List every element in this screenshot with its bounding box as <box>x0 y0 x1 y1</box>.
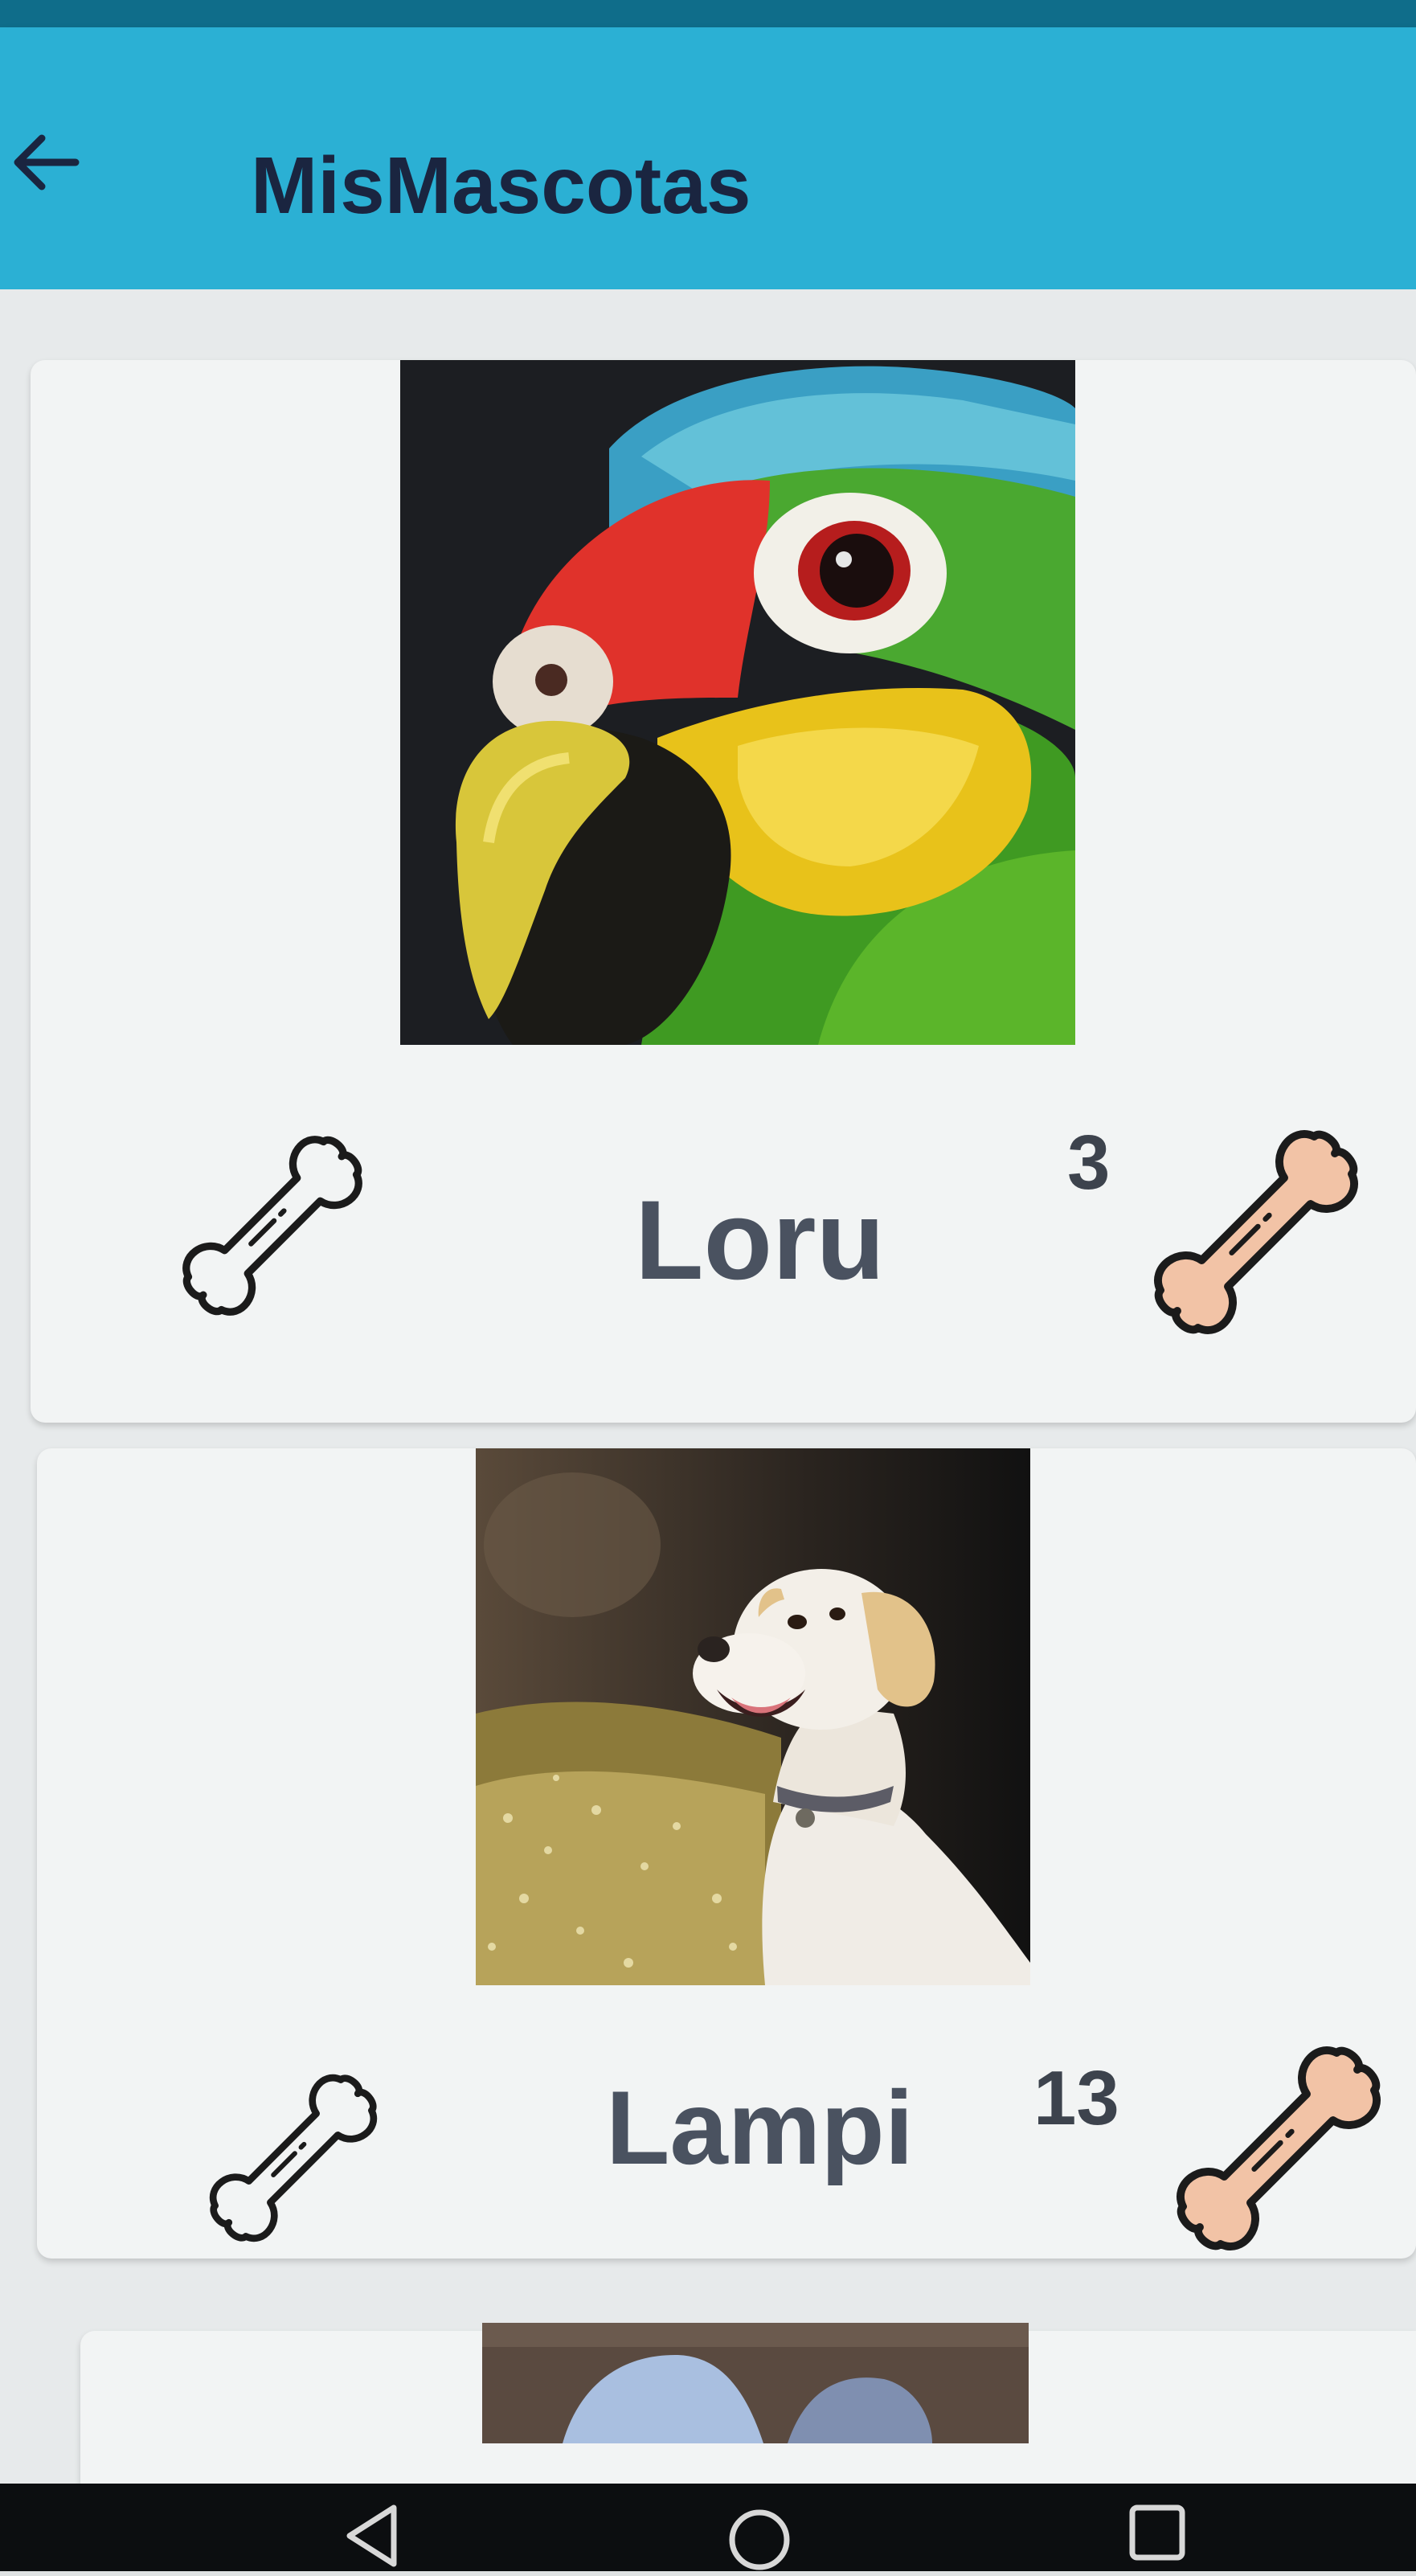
pet-photo <box>482 2323 1029 2443</box>
pet-card: Loru 3 <box>31 360 1416 1423</box>
pet-name: Lampi <box>606 2069 914 2186</box>
system-navigation-bar <box>0 2484 1416 2571</box>
likes-count: 13 <box>1033 2055 1119 2141</box>
nav-home-button[interactable] <box>723 2500 796 2572</box>
bone-outline-icon <box>210 2074 377 2242</box>
pet-photo-parrot <box>400 360 1075 1045</box>
likes-count: 3 <box>1067 1120 1111 1206</box>
circle-home-icon <box>729 2509 790 2570</box>
arrow-left-icon <box>14 134 80 190</box>
status-bar <box>0 0 1416 27</box>
nav-back-button[interactable] <box>338 2500 410 2572</box>
pet-card: Lampi 13 <box>37 1448 1416 2259</box>
triangle-back-icon <box>346 2504 397 2567</box>
pet-list[interactable]: Loru 3 Lampi 13 <box>0 289 1416 2484</box>
nav-recents-button[interactable] <box>1121 2496 1193 2569</box>
pet-name: Loru <box>635 1177 886 1303</box>
likes-bone-icon-button[interactable] <box>1146 2016 1411 2281</box>
bone-filled-icon <box>1177 2046 1381 2250</box>
page-title: MisMascotas <box>251 141 751 231</box>
pet-photo-dog <box>476 1448 1030 1985</box>
bone-outline-icon <box>182 1136 362 1316</box>
square-recents-icon <box>1129 2504 1185 2561</box>
back-button[interactable] <box>6 124 84 201</box>
rate-bone-button[interactable] <box>156 1109 389 1342</box>
bone-filled-icon <box>1154 1130 1358 1334</box>
pet-card <box>80 2323 1416 2484</box>
rate-bone-button[interactable] <box>185 2050 402 2267</box>
likes-bone-icon-button[interactable] <box>1123 1100 1389 1365</box>
app-bar: MisMascotas <box>0 27 1416 289</box>
